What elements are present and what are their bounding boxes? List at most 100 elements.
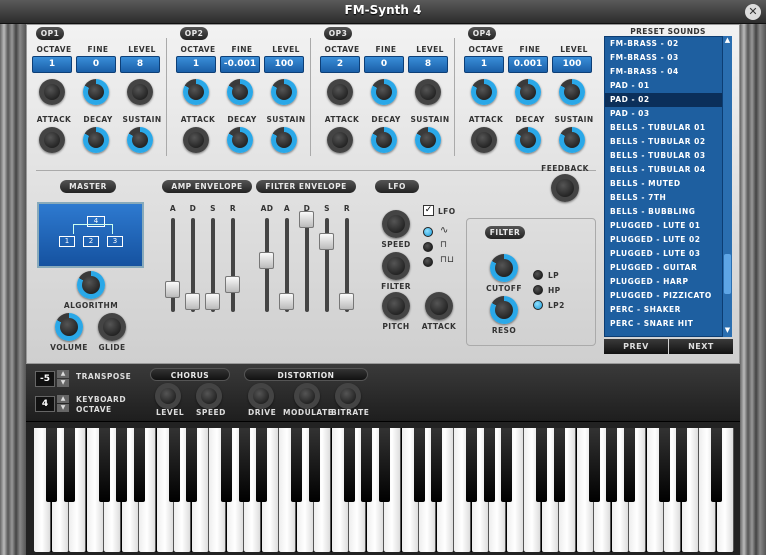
- lfo-filter-knob[interactable]: [382, 252, 410, 280]
- amp_envelope-fader[interactable]: [165, 281, 180, 298]
- preset-item[interactable]: PERC - SHAKER: [605, 303, 731, 317]
- black-key[interactable]: [378, 428, 390, 502]
- preset-item[interactable]: PLUGGED - LUTE 03: [605, 247, 731, 261]
- filter_envelope-fader[interactable]: [279, 293, 294, 310]
- op-sustain-knob[interactable]: [127, 127, 153, 153]
- filter_envelope-fader[interactable]: [339, 293, 354, 310]
- preset-scrollbar[interactable]: ▲ ▼: [722, 36, 732, 337]
- preset-item[interactable]: FM-BRASS - 02: [605, 37, 731, 51]
- octave-up-icon[interactable]: ▲: [57, 395, 69, 403]
- amp_envelope-fader[interactable]: [225, 276, 240, 293]
- op-octave-value[interactable]: 1: [32, 56, 72, 73]
- bitrate-knob[interactable]: [335, 383, 361, 409]
- chorus-speed-knob[interactable]: [196, 383, 222, 409]
- op-fine-value[interactable]: 0: [76, 56, 116, 73]
- black-key[interactable]: [466, 428, 477, 502]
- op-octave-value[interactable]: 1: [464, 56, 504, 73]
- transpose-down-icon[interactable]: ▼: [57, 379, 69, 387]
- black-key[interactable]: [133, 428, 145, 502]
- op-decay-knob[interactable]: [515, 127, 541, 153]
- op-octave-knob[interactable]: [39, 79, 65, 105]
- black-key[interactable]: [361, 428, 372, 502]
- preset-item[interactable]: FM-BRASS - 03: [605, 51, 731, 65]
- op-sustain-knob[interactable]: [271, 127, 297, 153]
- feedback-knob[interactable]: [551, 174, 579, 202]
- op-sustain-knob[interactable]: [559, 127, 585, 153]
- lfo-wave-pulse-radio[interactable]: [423, 257, 433, 267]
- op-fine-value[interactable]: -0.001: [220, 56, 260, 73]
- close-button[interactable]: ✕: [745, 4, 761, 20]
- op-level-knob[interactable]: [127, 79, 153, 105]
- op-level-value[interactable]: 100: [552, 56, 592, 73]
- op-attack-knob[interactable]: [183, 127, 209, 153]
- black-key[interactable]: [588, 428, 600, 502]
- amp_envelope-fader[interactable]: [205, 293, 220, 310]
- op-attack-knob[interactable]: [471, 127, 497, 153]
- op-fine-knob[interactable]: [371, 79, 397, 105]
- black-key[interactable]: [431, 428, 442, 502]
- black-key[interactable]: [63, 428, 75, 502]
- scroll-up-arrow-icon[interactable]: ▲: [723, 36, 732, 46]
- op-level-knob[interactable]: [559, 79, 585, 105]
- next-button[interactable]: NEXT: [669, 339, 733, 354]
- glide-knob[interactable]: [98, 313, 126, 341]
- op-fine-knob[interactable]: [227, 79, 253, 105]
- black-key[interactable]: [343, 428, 355, 502]
- filter-lp-radio[interactable]: [533, 270, 543, 280]
- preset-item[interactable]: PLUGGED - GUITAR: [605, 261, 731, 275]
- transpose-up-icon[interactable]: ▲: [57, 370, 69, 378]
- lfo-pitch-knob[interactable]: [382, 292, 410, 320]
- black-key[interactable]: [238, 428, 250, 502]
- op-decay-knob[interactable]: [371, 127, 397, 153]
- op-sustain-knob[interactable]: [415, 127, 441, 153]
- black-key[interactable]: [46, 428, 57, 502]
- preset-item[interactable]: PERC - SNARE HIT: [605, 317, 731, 331]
- black-key[interactable]: [658, 428, 670, 502]
- op-fine-knob[interactable]: [83, 79, 109, 105]
- black-key[interactable]: [711, 428, 722, 502]
- op-octave-knob[interactable]: [471, 79, 497, 105]
- black-key[interactable]: [98, 428, 110, 502]
- preset-item[interactable]: PLUGGED - LUTE 01: [605, 219, 731, 233]
- scroll-down-arrow-icon[interactable]: ▼: [723, 326, 732, 336]
- preset-item[interactable]: FM-BRASS - 04: [605, 65, 731, 79]
- black-key[interactable]: [413, 428, 425, 502]
- black-key[interactable]: [606, 428, 617, 502]
- lfo-wave-square-radio[interactable]: [423, 242, 433, 252]
- cutoff-knob[interactable]: [490, 254, 518, 282]
- preset-item[interactable]: PLUGGED - HARP: [605, 275, 731, 289]
- op-fine-knob[interactable]: [515, 79, 541, 105]
- black-key[interactable]: [308, 428, 320, 502]
- op-level-knob[interactable]: [415, 79, 441, 105]
- algorithm-knob[interactable]: [77, 271, 105, 299]
- black-key[interactable]: [256, 428, 267, 502]
- op-fine-value[interactable]: 0.001: [508, 56, 548, 73]
- black-key[interactable]: [221, 428, 232, 502]
- modulate-knob[interactable]: [294, 383, 320, 409]
- op-octave-value[interactable]: 1: [176, 56, 216, 73]
- op-octave-value[interactable]: 2: [320, 56, 360, 73]
- op-decay-knob[interactable]: [227, 127, 253, 153]
- preset-item[interactable]: PLUGGED - PIZZICATO: [605, 289, 731, 303]
- prev-button[interactable]: PREV: [604, 339, 668, 354]
- preset-item[interactable]: BELLS - TUBULAR 01: [605, 121, 731, 135]
- op-attack-knob[interactable]: [327, 127, 353, 153]
- lfo-checkbox[interactable]: ✓: [423, 205, 434, 216]
- op-level-value[interactable]: 8: [408, 56, 448, 73]
- amp_envelope-fader[interactable]: [185, 293, 200, 310]
- preset-item[interactable]: BELLS - MUTED: [605, 177, 731, 191]
- preset-item[interactable]: PAD - 01: [605, 79, 731, 93]
- preset-item[interactable]: BELLS - 7TH: [605, 191, 731, 205]
- reso-knob[interactable]: [490, 296, 518, 324]
- black-key[interactable]: [623, 428, 635, 502]
- black-key[interactable]: [536, 428, 547, 502]
- black-key[interactable]: [483, 428, 495, 502]
- op-decay-knob[interactable]: [83, 127, 109, 153]
- preset-item[interactable]: BELLS - TUBULAR 03: [605, 149, 731, 163]
- preset-item[interactable]: BELLS - TUBULAR 02: [605, 135, 731, 149]
- transpose-value[interactable]: -5: [35, 371, 55, 387]
- black-key[interactable]: [676, 428, 687, 502]
- octave-value[interactable]: 4: [35, 396, 55, 412]
- op-attack-knob[interactable]: [39, 127, 65, 153]
- filter_envelope-fader[interactable]: [299, 211, 314, 228]
